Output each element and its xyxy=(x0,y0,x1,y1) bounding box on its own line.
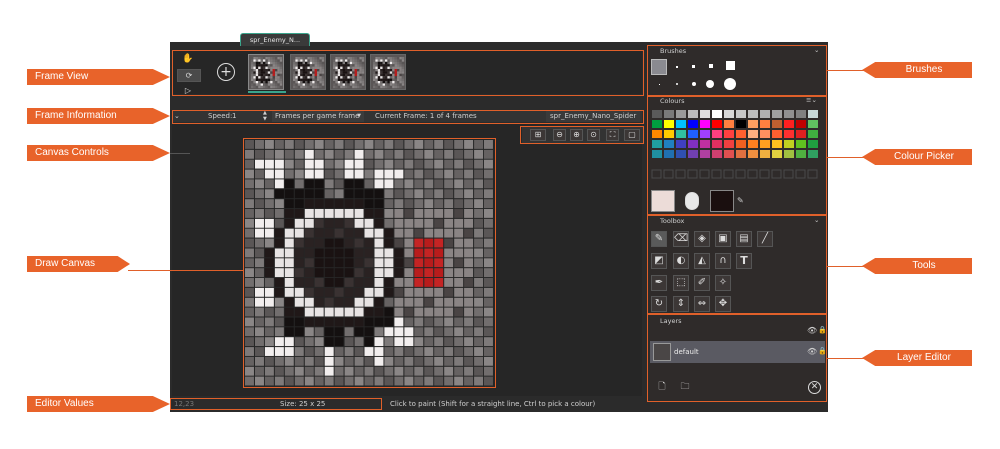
connector-canvas-controls xyxy=(170,153,190,154)
layer-editor-label: Layer Editor xyxy=(862,350,972,366)
connector-colour-picker xyxy=(827,157,867,158)
canvas-controls-highlight xyxy=(520,126,644,144)
frame-information-label: Frame Information xyxy=(27,108,170,124)
editor-values-label: Editor Values xyxy=(27,396,170,412)
brushes-label: Brushes xyxy=(862,62,972,78)
tools-label: Tools xyxy=(862,258,972,274)
connector-tools xyxy=(827,266,867,267)
colour-picker-label: Colour Picker xyxy=(862,149,972,165)
status-hint: Click to paint (Shift for a straight lin… xyxy=(390,400,596,408)
frame-info-highlight xyxy=(172,110,644,124)
layer-editor-highlight xyxy=(647,314,827,402)
sprite-tab[interactable]: spr_Enemy_N... xyxy=(240,33,310,46)
tools-highlight xyxy=(647,215,827,314)
editor-values-highlight xyxy=(170,398,382,410)
brushes-highlight xyxy=(647,45,827,96)
draw-canvas-label: Draw Canvas xyxy=(27,256,130,272)
connector-draw-canvas xyxy=(128,270,243,271)
draw-canvas-highlight xyxy=(243,138,496,388)
canvas-controls-label: Canvas Controls xyxy=(27,145,170,161)
colour-picker-highlight xyxy=(647,96,827,215)
frame-view-highlight xyxy=(172,50,644,96)
connector-brushes xyxy=(827,70,867,71)
connector-layer-editor xyxy=(827,358,867,359)
frame-view-label: Frame View xyxy=(27,69,170,85)
